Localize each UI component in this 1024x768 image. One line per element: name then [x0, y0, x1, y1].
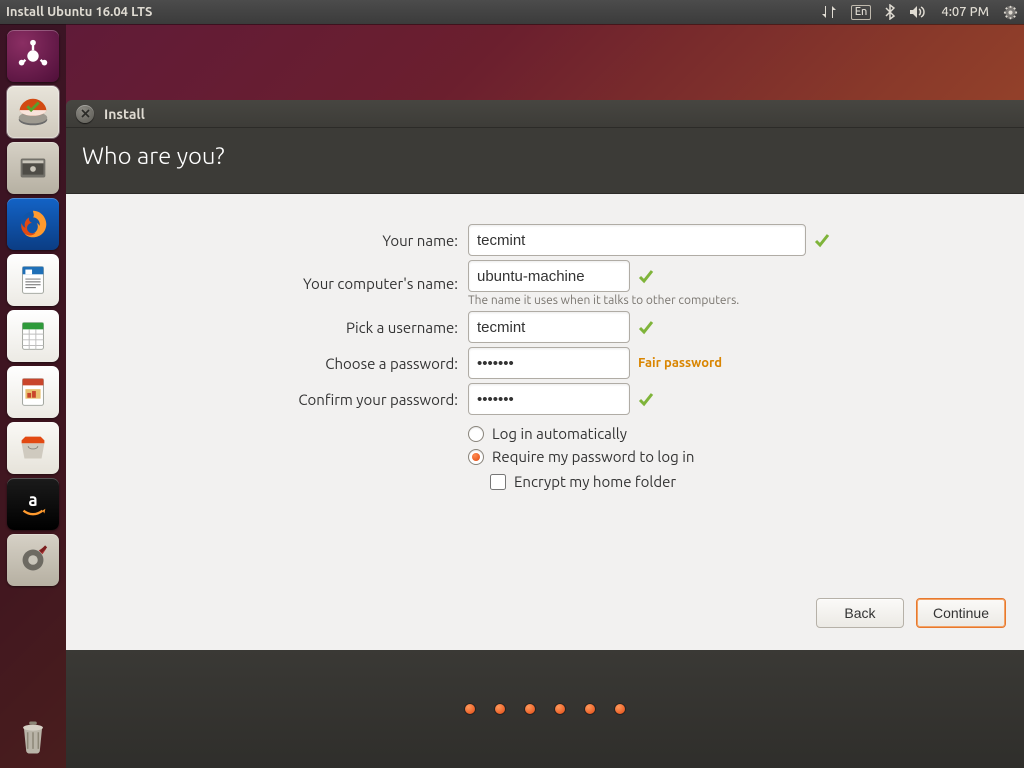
username-input[interactable]	[468, 311, 630, 343]
heading-text: Who are you?	[82, 142, 225, 169]
network-icon[interactable]	[821, 5, 837, 19]
confirm-password-input[interactable]	[468, 383, 630, 415]
check-icon	[814, 232, 830, 248]
continue-button[interactable]: Continue	[916, 598, 1006, 628]
encrypt-label: Encrypt my home folder	[514, 473, 676, 490]
launcher-files[interactable]	[7, 142, 59, 194]
window-title: Install Ubuntu 16.04 LTS	[6, 5, 152, 19]
computer-name-input[interactable]	[468, 260, 630, 292]
top-panel: Install Ubuntu 16.04 LTS En 4:07 PM	[0, 0, 1024, 24]
your-name-label: Your name:	[80, 232, 460, 249]
computer-name-label: Your computer's name:	[80, 275, 460, 292]
progress-dot	[495, 704, 505, 714]
login-require-radio[interactable]	[468, 449, 484, 465]
launcher-amazon[interactable]: a	[7, 478, 59, 530]
clock[interactable]: 4:07 PM	[941, 5, 989, 19]
login-auto-radio[interactable]	[468, 426, 484, 442]
window-title-text: Install	[104, 106, 145, 122]
window-header: Install	[66, 100, 1024, 128]
back-button[interactable]: Back	[816, 598, 904, 628]
confirm-password-label: Confirm your password:	[80, 391, 460, 408]
indicator-area: En 4:07 PM	[821, 4, 1018, 20]
gear-icon[interactable]	[1003, 5, 1018, 20]
unity-launcher: a	[0, 24, 66, 768]
computer-name-hint: The name it uses when it talks to other …	[468, 294, 1010, 307]
launcher-trash[interactable]	[7, 710, 59, 762]
encrypt-option[interactable]: Encrypt my home folder	[490, 473, 1010, 490]
user-form: Your name: Your computer's name: The nam…	[80, 224, 1010, 490]
launcher-impress[interactable]	[7, 366, 59, 418]
installer-window: Install Who are you? Your name: Your com…	[66, 100, 1024, 768]
username-label: Pick a username:	[80, 319, 460, 336]
launcher-dash[interactable]	[7, 30, 59, 82]
keyboard-indicator[interactable]: En	[851, 5, 872, 20]
check-icon	[638, 268, 654, 284]
launcher-calc[interactable]	[7, 310, 59, 362]
password-label: Choose a password:	[80, 355, 460, 372]
svg-text:a: a	[28, 491, 37, 510]
sound-icon[interactable]	[909, 5, 927, 19]
footer-buttons: Back Continue	[80, 594, 1010, 636]
progress-dot	[585, 704, 595, 714]
progress-dot	[465, 704, 475, 714]
launcher-software[interactable]	[7, 422, 59, 474]
your-name-input[interactable]	[468, 224, 806, 256]
launcher-firefox[interactable]	[7, 198, 59, 250]
login-auto-label: Log in automatically	[492, 425, 627, 442]
progress-dot	[525, 704, 535, 714]
slideshow-area	[66, 650, 1024, 768]
close-icon[interactable]	[76, 105, 94, 123]
login-require-label: Require my password to log in	[492, 448, 694, 465]
launcher-settings[interactable]	[7, 534, 59, 586]
launcher-writer[interactable]	[7, 254, 59, 306]
content-area: Your name: Your computer's name: The nam…	[66, 194, 1024, 650]
bluetooth-icon[interactable]	[885, 4, 895, 20]
password-input[interactable]	[468, 347, 630, 379]
password-strength: Fair password	[638, 356, 722, 370]
login-auto-option[interactable]: Log in automatically	[468, 425, 1010, 442]
check-icon	[638, 319, 654, 335]
page-heading: Who are you?	[66, 128, 1024, 194]
progress-dot	[615, 704, 625, 714]
login-require-option[interactable]: Require my password to log in	[468, 448, 1010, 465]
launcher-installer[interactable]	[7, 86, 59, 138]
check-icon	[638, 391, 654, 407]
progress-dot	[555, 704, 565, 714]
encrypt-checkbox[interactable]	[490, 474, 506, 490]
